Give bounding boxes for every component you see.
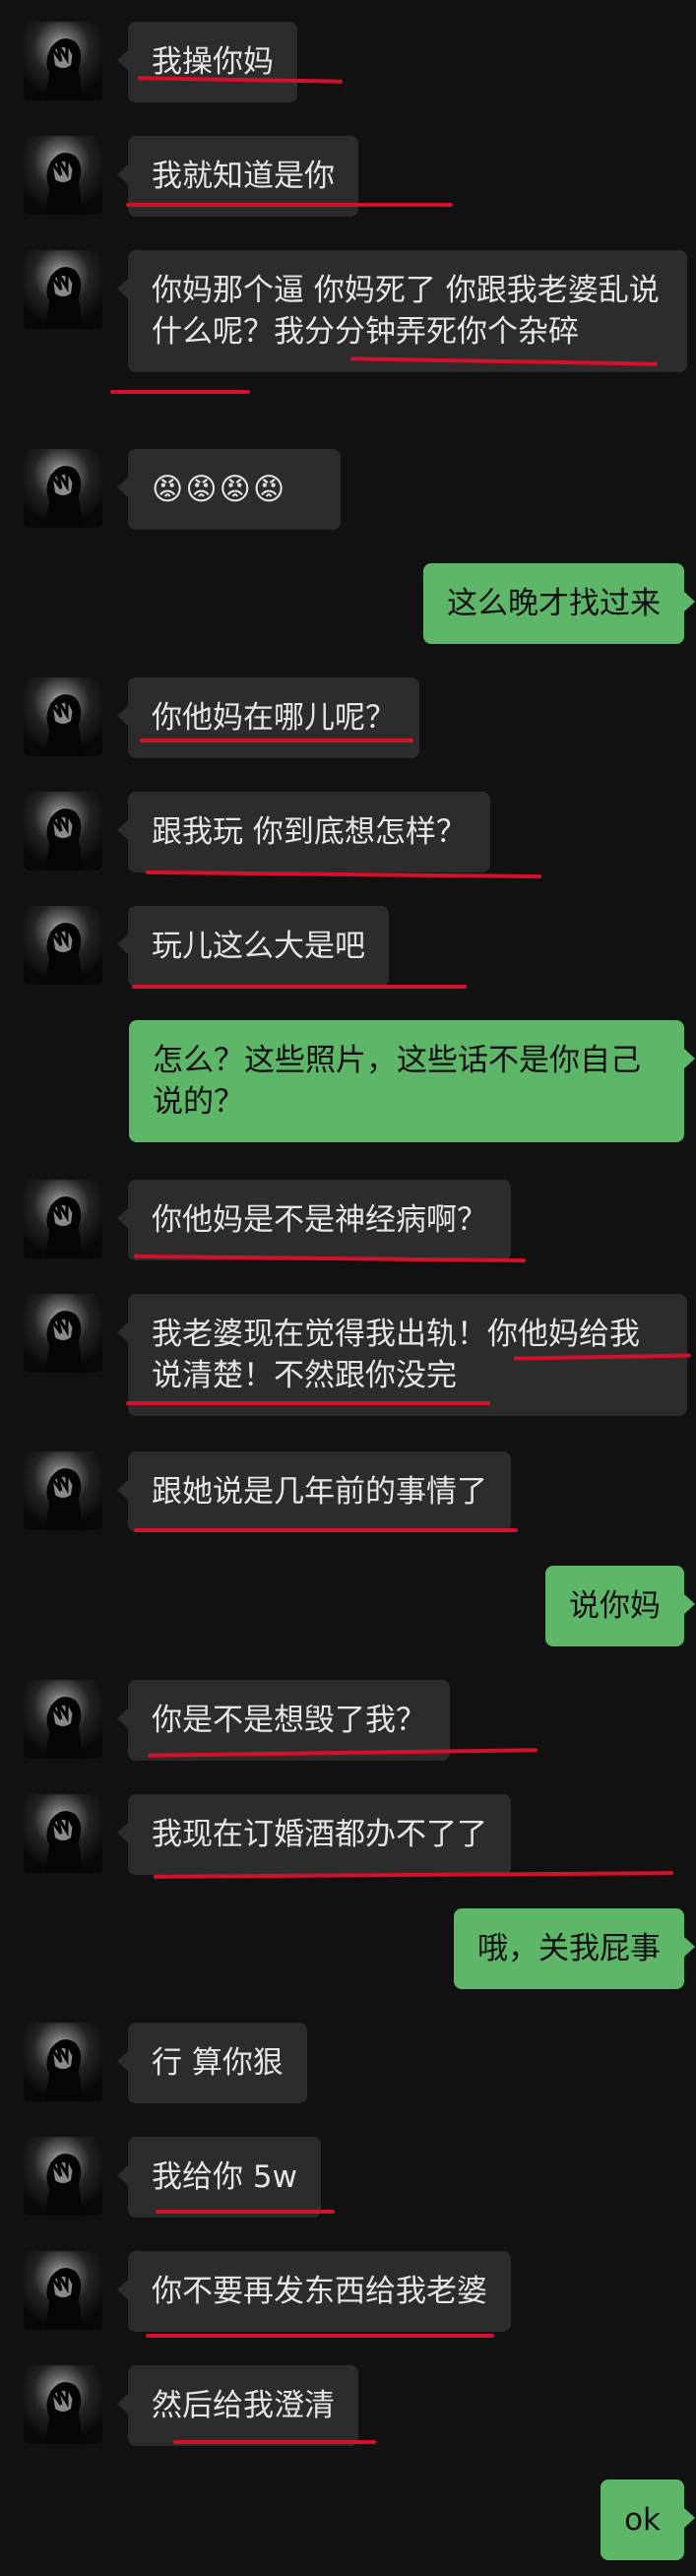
incoming-emoji-bubble[interactable]: 😡😡😡😡 (117, 449, 341, 530)
incoming-message-bubble[interactable]: 你是不是想毁了我？ (117, 1680, 450, 1761)
contact-avatar[interactable] (24, 2365, 102, 2444)
contact-avatar[interactable] (24, 2251, 102, 2330)
red-annotation-underline (134, 1528, 518, 1532)
outgoing-message-bubble[interactable]: ok (601, 2479, 695, 2560)
incoming-message-bubble[interactable]: 你妈那个逼 你妈死了 你跟我老婆乱说什么呢？我分分钟弄死你个杂碎 (117, 250, 687, 372)
incoming-message-bubble[interactable]: 你不要再发东西给我老婆 (117, 2251, 511, 2332)
red-annotation-underline (126, 1401, 490, 1405)
contact-avatar[interactable] (24, 677, 102, 756)
contact-avatar[interactable] (24, 1794, 102, 1873)
red-annotation-underline (156, 2210, 335, 2214)
incoming-message-bubble[interactable]: 我现在订婚酒都办不了了 (117, 1794, 511, 1875)
contact-avatar[interactable] (24, 250, 102, 329)
outgoing-message-bubble[interactable]: 这么晚才找过来 (423, 563, 695, 644)
incoming-message-bubble[interactable]: 跟她说是几年前的事情了 (117, 1451, 511, 1532)
red-annotation-underline (140, 739, 413, 742)
contact-avatar[interactable] (24, 136, 102, 215)
contact-avatar[interactable] (24, 1451, 102, 1530)
incoming-message-bubble[interactable]: 我操你妈 (117, 22, 297, 102)
outgoing-message-bubble[interactable]: 哦，关我屁事 (454, 1908, 695, 1989)
outgoing-message-bubble[interactable]: 说你妈 (545, 1566, 695, 1646)
contact-avatar[interactable] (24, 22, 102, 100)
red-annotation-underline (126, 203, 453, 207)
contact-avatar[interactable] (24, 906, 102, 985)
red-annotation-underline (110, 390, 250, 394)
contact-avatar[interactable] (24, 449, 102, 528)
incoming-message-bubble[interactable]: 你他妈在哪儿呢？ (117, 677, 419, 758)
red-annotation-underline (146, 2334, 494, 2338)
contact-avatar[interactable] (24, 2023, 102, 2101)
contact-avatar[interactable] (24, 1294, 102, 1373)
red-annotation-underline (173, 2440, 376, 2444)
outgoing-message-bubble[interactable]: 怎么？这些照片，这些话不是你自己说的？ (129, 1020, 695, 1142)
incoming-message-bubble[interactable]: 跟我玩 你到底想怎样？ (117, 792, 490, 872)
incoming-message-bubble[interactable]: 然后给我澄清 (117, 2365, 358, 2446)
incoming-message-bubble[interactable]: 行 算你狠 (117, 2023, 307, 2103)
red-annotation-underline (132, 985, 467, 989)
contact-avatar[interactable] (24, 1180, 102, 1258)
incoming-message-bubble[interactable]: 玩儿这么大是吧 (117, 906, 389, 987)
incoming-message-bubble[interactable]: 我给你 5w (117, 2137, 321, 2218)
contact-avatar[interactable] (24, 2137, 102, 2216)
contact-avatar[interactable] (24, 792, 102, 870)
incoming-message-bubble[interactable]: 你他妈是不是神经病啊？ (117, 1180, 511, 1260)
contact-avatar[interactable] (24, 1680, 102, 1759)
chat-history: 我操你妈 我就知道是你 你妈那个逼 你妈死了 你跟我老婆乱说什么呢？我分分钟弄死… (0, 0, 696, 2576)
